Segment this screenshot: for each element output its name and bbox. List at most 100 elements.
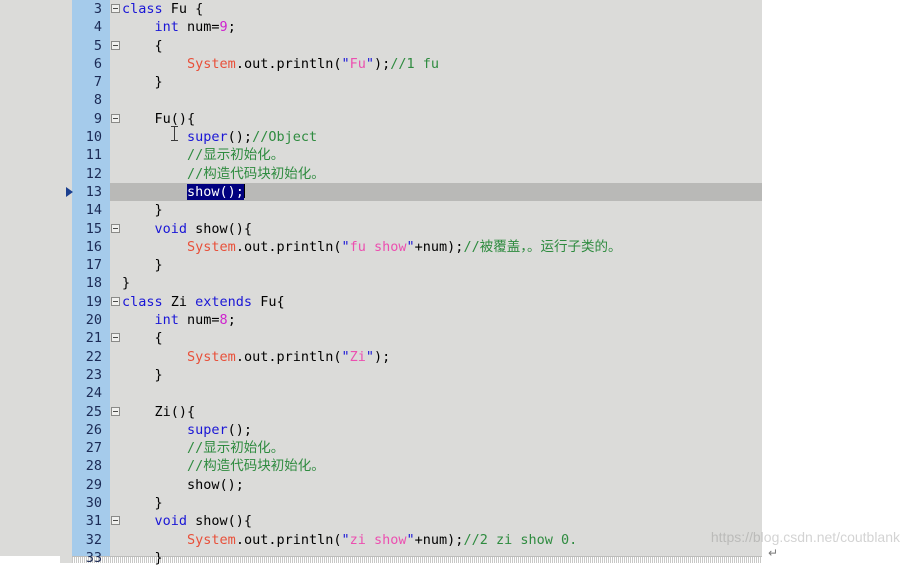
line-number: 30	[85, 495, 102, 512]
code-text[interactable]: super();//Object	[122, 128, 317, 146]
code-text[interactable]: }	[122, 201, 163, 219]
code-text[interactable]: super();	[122, 421, 252, 439]
code-line[interactable]: 31 void show(){	[0, 512, 906, 530]
code-line[interactable]: 15 void show(){	[0, 220, 906, 238]
code-text[interactable]: {	[122, 329, 163, 347]
line-number: 7	[93, 74, 102, 91]
code-line[interactable]: 30 }	[0, 494, 906, 512]
code-text[interactable]: }	[122, 73, 163, 91]
code-text[interactable]: Fu(){	[122, 110, 196, 128]
code-text[interactable]: void show(){	[122, 220, 253, 238]
code-text[interactable]: int num=8;	[122, 311, 236, 329]
fold-collapse-icon[interactable]	[111, 113, 120, 123]
code-token: //被覆盖，。运行子类的。	[463, 238, 622, 255]
code-token: System	[187, 55, 236, 72]
code-line[interactable]: 19 class Zi extends Fu{	[0, 293, 906, 311]
code-text[interactable]: class Fu {	[122, 0, 203, 18]
code-text[interactable]: }	[122, 366, 163, 384]
code-text[interactable]: //显示初始化。	[122, 439, 284, 457]
code-text[interactable]: }	[122, 549, 163, 567]
code-line[interactable]: 21 {	[0, 329, 906, 347]
code-line[interactable]: 23 }	[0, 366, 906, 384]
line-number: 13	[85, 183, 102, 200]
code-line[interactable]: 17 }	[0, 256, 906, 274]
line-number: 23	[85, 366, 102, 383]
code-line[interactable]: 10 super();//Object	[0, 128, 906, 146]
code-line[interactable]: 27 //显示初始化。	[0, 439, 906, 457]
code-text[interactable]: //构造代码块初始化。	[122, 165, 325, 183]
code-line[interactable]: 5 {	[0, 37, 906, 55]
code-line[interactable]: 6 System.out.println("Fu");//1 fu	[0, 55, 906, 73]
code-line[interactable]: 4 int num=9;	[0, 18, 906, 36]
code-text[interactable]: //显示初始化。	[122, 146, 284, 164]
code-text[interactable]: class Zi extends Fu{	[122, 293, 285, 311]
code-line[interactable]: 13 show();	[0, 182, 906, 202]
code-token: );	[374, 55, 391, 72]
code-line[interactable]: 9 Fu(){	[0, 110, 906, 128]
code-line[interactable]: 29 show();	[0, 476, 906, 494]
code-line[interactable]: 25 Zi(){	[0, 403, 906, 421]
code-lines[interactable]: 3 class Fu {4 int num=9; 5 {6 System.out.p…	[0, 0, 906, 567]
code-text[interactable]: System.out.println("fu show"+num);//被覆盖，…	[122, 238, 621, 256]
code-token: "	[341, 348, 350, 365]
code-line[interactable]: 14 }	[0, 201, 906, 219]
code-line[interactable]: 7 }	[0, 73, 906, 91]
code-line[interactable]: 8	[0, 91, 906, 109]
code-text[interactable]: show();	[122, 183, 245, 201]
code-line[interactable]: 18}	[0, 274, 906, 292]
code-token: //显示初始化。	[187, 440, 285, 457]
code-token: int	[154, 19, 179, 36]
code-line[interactable]: 16 System.out.println("fu show"+num);//被…	[0, 238, 906, 256]
code-line[interactable]: 11 //显示初始化。	[0, 146, 906, 164]
code-line[interactable]: 26 super();	[0, 421, 906, 439]
fold-collapse-icon[interactable]	[111, 516, 120, 526]
fold-collapse-icon[interactable]	[111, 296, 120, 306]
code-token: {	[122, 37, 163, 54]
line-number: 16	[85, 238, 102, 255]
code-text[interactable]: show();	[122, 476, 244, 494]
code-text[interactable]: System.out.println("Fu");//1 fu	[122, 55, 439, 73]
code-line[interactable]: 20 int num=8;	[0, 311, 906, 329]
code-token: void	[154, 220, 188, 237]
fold-collapse-icon[interactable]	[111, 4, 120, 13]
code-token: }	[122, 495, 163, 512]
code-text[interactable]: }	[122, 256, 163, 274]
code-token: {	[122, 330, 163, 347]
code-token: }	[122, 366, 163, 383]
code-line[interactable]: 12 //构造代码块初始化。	[0, 165, 906, 183]
code-token: "	[406, 238, 415, 255]
code-line[interactable]: 22 System.out.println("Zi");	[0, 348, 906, 366]
line-number: 25	[85, 403, 102, 420]
code-token: "	[406, 531, 415, 548]
code-text[interactable]: void show(){	[122, 512, 253, 530]
code-token: }	[122, 202, 163, 219]
code-token: zi show	[349, 531, 407, 548]
code-text[interactable]: }	[122, 274, 130, 292]
code-text[interactable]: System.out.println("Zi");	[122, 348, 390, 366]
line-number: 28	[85, 458, 102, 475]
fold-collapse-icon[interactable]	[111, 223, 120, 233]
code-text[interactable]: //构造代码块初始化。	[122, 457, 325, 475]
code-text[interactable]: int num=9;	[122, 18, 236, 36]
code-line[interactable]: 3 class Fu {	[0, 0, 906, 18]
code-token: ;	[227, 19, 236, 36]
fold-collapse-icon[interactable]	[111, 40, 120, 50]
code-token: show();	[122, 476, 244, 493]
code-line[interactable]: 28 //构造代码块初始化。	[0, 457, 906, 475]
code-line[interactable]: 24	[0, 384, 906, 402]
fold-collapse-icon[interactable]	[111, 333, 120, 343]
fold-collapse-icon[interactable]	[111, 406, 120, 416]
code-token: //显示初始化。	[187, 147, 285, 164]
code-text[interactable]: {	[122, 37, 163, 55]
code-text[interactable]: System.out.println("zi show"+num);//2 zi…	[122, 531, 577, 549]
code-editor[interactable]: 3 class Fu {4 int num=9; 5 {6 System.out.p…	[0, 0, 906, 566]
code-text[interactable]: }	[122, 494, 163, 512]
horizontal-scrollbar[interactable]	[72, 556, 762, 563]
code-text[interactable]: Zi(){	[122, 403, 196, 421]
